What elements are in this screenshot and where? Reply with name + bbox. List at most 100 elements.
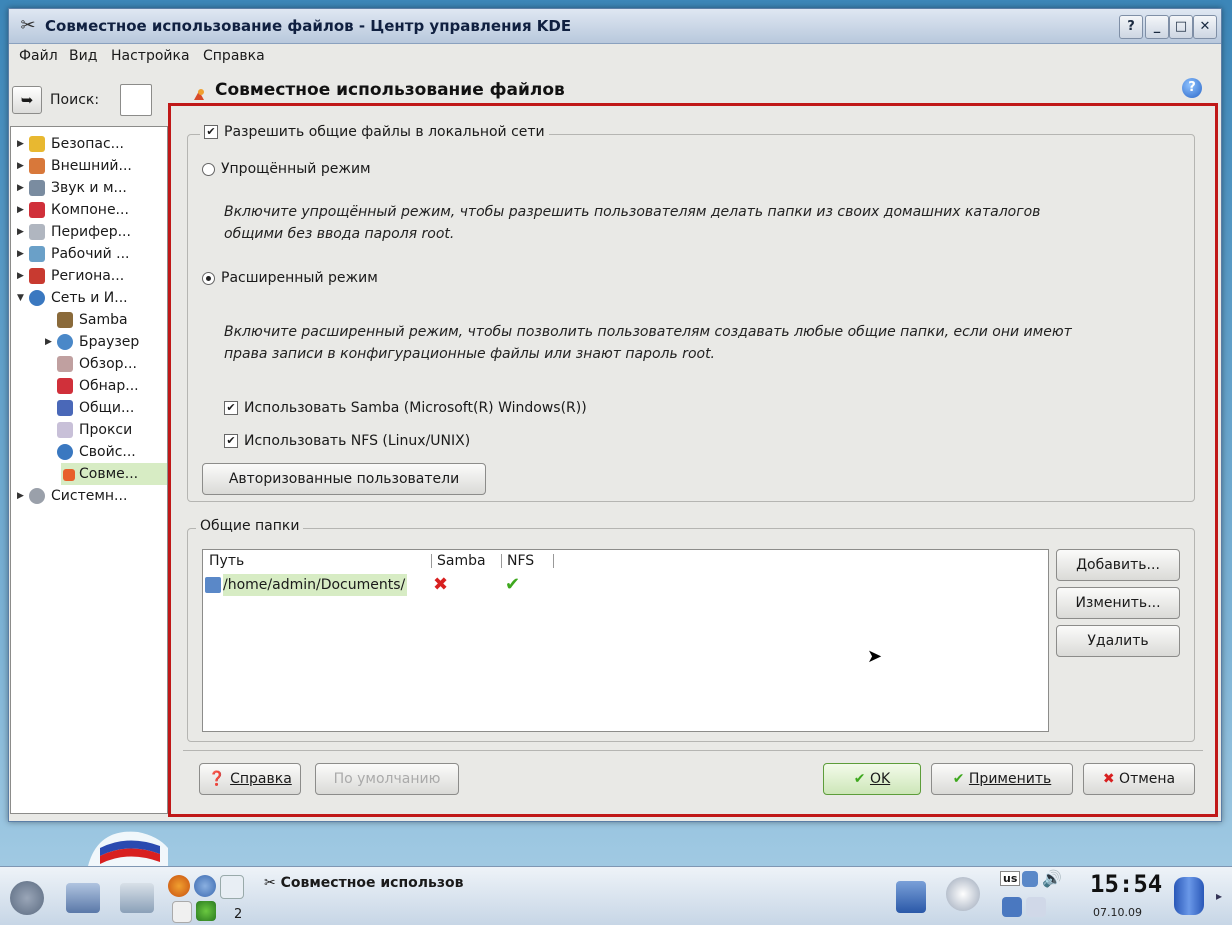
storage-icon[interactable] bbox=[1174, 877, 1204, 915]
dvd-icon[interactable] bbox=[946, 877, 980, 911]
tree-item-samba[interactable]: Samba bbox=[11, 309, 167, 331]
menu-bar: Файл Вид Настройка Справка bbox=[9, 44, 1221, 70]
expand-arrow-icon[interactable]: ▶ bbox=[45, 331, 55, 353]
use-nfs-checkbox[interactable]: ✔ Использовать NFS (Linux/UNIX) bbox=[224, 433, 470, 449]
volume-icon[interactable]: 🔊 bbox=[1042, 869, 1062, 888]
maximize-button[interactable]: □ bbox=[1169, 15, 1193, 39]
title-bar[interactable]: ✂ Совместное использование файлов - Цент… bbox=[9, 9, 1221, 44]
tree-item-shared[interactable]: Общи... bbox=[11, 397, 167, 419]
tree-item-network[interactable]: ▼ Сеть и И... bbox=[11, 287, 167, 309]
help-window-button[interactable]: ? bbox=[1119, 15, 1143, 39]
network-status-icon[interactable] bbox=[1002, 897, 1022, 917]
defaults-button[interactable]: По умолчанию bbox=[315, 763, 459, 795]
tree-item-file-sharing[interactable]: Совме... bbox=[61, 463, 167, 485]
desktop-number[interactable]: 2 bbox=[234, 907, 242, 922]
search-label: Поиск: bbox=[50, 92, 100, 108]
discovery-icon bbox=[57, 378, 73, 394]
cancel-button[interactable]: ✖ Отмена bbox=[1083, 763, 1195, 795]
computer-icon[interactable] bbox=[66, 883, 100, 913]
ok-button[interactable]: ✔ OK bbox=[823, 763, 921, 795]
checkbox-checked-icon: ✔ bbox=[204, 125, 218, 139]
enable-sharing-checkbox[interactable]: ✔ Разрешить общие файлы в локальной сети bbox=[200, 124, 549, 140]
menu-file[interactable]: Файл bbox=[19, 48, 58, 64]
tools-icon[interactable] bbox=[220, 875, 244, 899]
expand-arrow-icon[interactable]: ▶ bbox=[17, 177, 27, 199]
search-input[interactable] bbox=[120, 84, 152, 116]
tree-item-discovery[interactable]: Обнар... bbox=[11, 375, 167, 397]
key-icon bbox=[29, 136, 45, 152]
column-header-nfs[interactable]: NFS bbox=[507, 550, 534, 572]
authorized-users-button[interactable]: Авторизованные пользователи bbox=[202, 463, 486, 495]
samba-icon bbox=[57, 312, 73, 328]
column-header-samba[interactable]: Samba bbox=[437, 550, 486, 572]
expand-arrow-icon[interactable]: ▶ bbox=[17, 155, 27, 177]
tree-item-peripherals[interactable]: ▶ Перифер... bbox=[11, 221, 167, 243]
help-button[interactable]: ❓ Справка bbox=[199, 763, 301, 795]
control-center-launcher-icon[interactable] bbox=[120, 883, 154, 913]
table-row[interactable]: /home/admin/Documents/ ✖ ✔ bbox=[205, 574, 1045, 596]
task-button[interactable]: ✂ Совместное использов bbox=[264, 875, 464, 891]
tree-item-components[interactable]: ▶ Компоне... bbox=[11, 199, 167, 221]
expand-arrow-icon[interactable]: ▶ bbox=[17, 243, 27, 265]
cancel-icon: ✖ bbox=[1102, 771, 1115, 787]
expand-arrow-icon[interactable]: ▶ bbox=[17, 199, 27, 221]
menu-settings[interactable]: Настройка bbox=[111, 48, 190, 64]
collapse-arrow-icon[interactable]: ▼ bbox=[17, 287, 27, 309]
lan-browser-icon bbox=[57, 356, 73, 372]
shared-folders-list[interactable]: Путь Samba NFS /home/admin/Documents/ ✖ … bbox=[202, 549, 1049, 732]
advanced-mode-radio[interactable]: Расширенный режим bbox=[202, 270, 378, 286]
calculator-icon[interactable] bbox=[196, 901, 216, 921]
firefox-icon[interactable] bbox=[168, 875, 190, 897]
clock-date: 07.10.09 bbox=[1093, 906, 1142, 919]
column-header-path[interactable]: Путь bbox=[209, 550, 244, 572]
folder-icon bbox=[205, 577, 221, 593]
column-separator bbox=[553, 554, 554, 568]
tree-item-regional[interactable]: ▶ Региона... bbox=[11, 265, 167, 287]
expand-arrow-icon[interactable]: ▶ bbox=[17, 133, 27, 155]
clipboard-icon[interactable] bbox=[1026, 897, 1046, 917]
minimize-button[interactable]: _ bbox=[1145, 15, 1169, 39]
tree-item-browser[interactable]: ▶ Браузер bbox=[11, 331, 167, 353]
tree-item-appearance[interactable]: ▶ Внешний... bbox=[11, 155, 167, 177]
text-editor-icon[interactable] bbox=[172, 901, 192, 923]
appearance-icon bbox=[29, 158, 45, 174]
add-folder-button[interactable]: Добавить... bbox=[1056, 549, 1180, 581]
back-to-overview-button[interactable]: ➥ bbox=[12, 86, 42, 114]
close-button[interactable]: ✕ bbox=[1193, 15, 1217, 39]
tree-item-overview[interactable]: Обзор... bbox=[11, 353, 167, 375]
simple-mode-description: Включите упрощённый режим, чтобы разреши… bbox=[224, 204, 1041, 242]
remove-folder-button[interactable]: Удалить bbox=[1056, 625, 1180, 657]
tree-item-sound[interactable]: ▶ Звук и м... bbox=[11, 177, 167, 199]
save-icon[interactable] bbox=[896, 881, 926, 913]
tree-item-security[interactable]: ▶ Безопас... bbox=[11, 133, 167, 155]
network-launcher-icon[interactable] bbox=[194, 875, 216, 897]
desktop-icon bbox=[29, 246, 45, 262]
expand-arrow-icon[interactable]: ▶ bbox=[17, 265, 27, 287]
education-logo bbox=[78, 818, 178, 866]
network-properties-icon bbox=[57, 444, 73, 460]
kde-menu-icon[interactable] bbox=[10, 881, 44, 915]
simple-mode-radio[interactable]: Упрощённый режим bbox=[202, 161, 371, 177]
monitor-icon[interactable] bbox=[1022, 871, 1038, 887]
expand-arrow-icon[interactable]: ▶ bbox=[17, 221, 27, 243]
expand-arrow-icon[interactable]: ▶ bbox=[17, 485, 27, 507]
tree-item-desktop[interactable]: ▶ Рабочий ... bbox=[11, 243, 167, 265]
help-icon[interactable]: ? bbox=[1182, 78, 1202, 98]
tree-item-properties[interactable]: Свойс... bbox=[11, 441, 167, 463]
use-samba-checkbox[interactable]: ✔ Использовать Samba (Microsoft(R) Window… bbox=[224, 400, 587, 416]
globe-icon bbox=[29, 290, 45, 306]
mouse-cursor-icon: ➤ bbox=[867, 646, 883, 667]
shared-resources-icon bbox=[57, 400, 73, 416]
flag-icon bbox=[29, 268, 45, 284]
menu-help[interactable]: Справка bbox=[203, 48, 265, 64]
divider bbox=[183, 750, 1203, 751]
tree-item-system[interactable]: ▶ Системн... bbox=[11, 485, 167, 507]
edit-folder-button[interactable]: Изменить... bbox=[1056, 587, 1180, 619]
apply-button[interactable]: ✔ Применить bbox=[931, 763, 1073, 795]
keyboard-layout-indicator[interactable]: us bbox=[1000, 871, 1021, 886]
taskbar-expand-arrow-icon[interactable]: ▸ bbox=[1216, 889, 1222, 903]
tree-item-proxy[interactable]: Прокси bbox=[11, 419, 167, 441]
menu-view[interactable]: Вид bbox=[69, 48, 97, 64]
clock-time[interactable]: 15:54 bbox=[1090, 870, 1162, 898]
nfs-enabled-icon: ✔ bbox=[505, 574, 521, 595]
